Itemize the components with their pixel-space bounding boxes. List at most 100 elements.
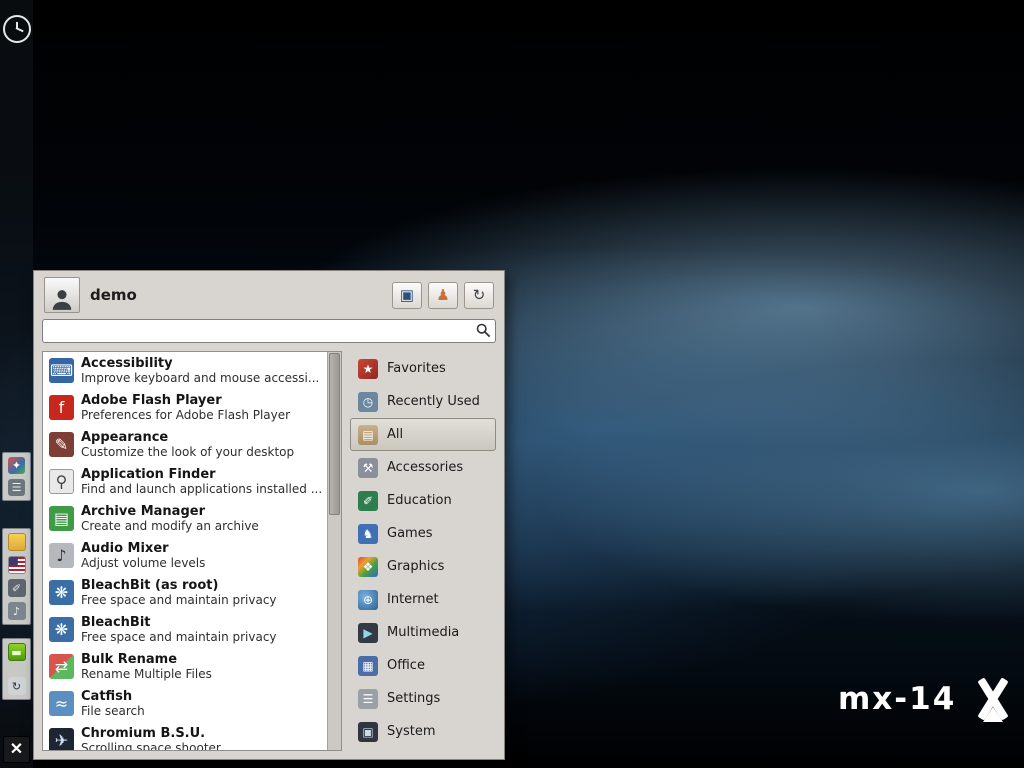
category-internet[interactable]: ⊕Internet [350,583,496,616]
app-description: Find and launch applications installed .… [81,482,322,496]
person-silhouette-icon [49,286,75,312]
category-all[interactable]: ▤ All [350,418,496,451]
reload-icon[interactable]: ↻ [8,677,26,695]
application-finder-icon: ⚲ [49,469,74,494]
category-label: Settings [387,691,440,706]
app-description: Free space and maintain privacy [81,630,277,644]
left-panel: ✦☰ ✐♪ ▬↻ ✕ [0,0,33,768]
category-system[interactable]: ▣ System [350,715,496,748]
category-label: Multimedia [387,625,459,640]
app-description: File search [81,704,145,718]
keyboard-layout-us-flag-icon[interactable] [8,556,26,574]
category-office[interactable]: ▦Office [350,649,496,682]
flash-player-icon: f [49,395,74,420]
app-item-application-finder[interactable]: ⚲ Application FinderFind and launch appli… [43,463,327,500]
app-item-appearance[interactable]: ✎AppearanceCustomize the look of your de… [43,426,327,463]
header-buttons: ▣♟ ↻ [392,282,494,309]
app-description: Preferences for Adobe Flash Player [81,408,290,422]
category-label: System [387,724,435,739]
logout-icon: ↻ [473,286,486,304]
app-item-adobe-flash-player[interactable]: f Adobe Flash PlayerPreferences for Adobe… [43,389,327,426]
graphics-icon: ❖ [358,557,378,577]
catfish-icon: ≈ [49,691,74,716]
settings-icon: ☰ [358,689,378,709]
category-recently-used[interactable]: ◷Recently Used [350,385,496,418]
app-item-audio-mixer[interactable]: ♪Audio MixerAdjust volume levels [43,537,327,574]
education-icon: ✐ [358,491,378,511]
scrollbar-thumb[interactable] [329,353,340,515]
category-label: All [387,427,403,442]
app-description: Rename Multiple Files [81,667,212,681]
app-item-bleachbit[interactable]: ❋ BleachBitFree space and maintain privac… [43,611,327,648]
category-label: Internet [387,592,439,607]
desktop-preferences-icon[interactable]: ✦ [8,457,25,474]
audio-mixer-icon: ♪ [49,543,74,568]
app-item-chromium-b-s-u[interactable]: ✈ Chromium B.S.U.Scrolling space shooter [43,722,327,750]
category-games[interactable]: ♞Games [350,517,496,550]
app-title: Catfish [81,689,145,705]
category-settings[interactable]: ☰ Settings [350,682,496,715]
app-description: Customize the look of your desktop [81,445,294,459]
logout-button[interactable]: ↻ [464,282,494,309]
settings-manager-button[interactable]: ▣ [392,282,422,309]
app-item-archive-manager[interactable]: ▤ Archive ManagerCreate and modify an arc… [43,500,327,537]
application-list: ⌨AccessibilityImprove keyboard and mouse… [43,352,327,750]
mx-brand-text: mx-14 [838,681,956,717]
chromium-bsu-icon: ✈ [49,728,74,750]
whisker-menu-button[interactable]: ✕ [3,736,30,763]
app-title: BleachBit [81,615,277,631]
category-multimedia[interactable]: ▶ Multimedia [350,616,496,649]
favorites-icon: ★ [358,359,378,379]
username: demo [90,286,382,304]
mx-logo-x-icon [970,678,1016,720]
category-label: Education [387,493,452,508]
bulk-rename-icon: ⇄ [49,654,74,679]
app-description: Scrolling space shooter [81,741,221,750]
app-title: Adobe Flash Player [81,393,290,409]
volume-icon[interactable]: ♪ [8,602,26,620]
archive-manager-icon: ▤ [49,506,74,531]
whisker-menu: demo ▣♟↻ ⌨AccessibilityImprove keyboard … [33,270,505,760]
app-item-bulk-rename[interactable]: ⇄ Bulk RenameRename Multiple Files [43,648,327,685]
category-accessories[interactable]: ⚒ Accessories [350,451,496,484]
accessories-icon: ⚒ [358,458,378,478]
category-favorites[interactable]: ★ Favorites [350,352,496,385]
category-education[interactable]: ✐ Education [350,484,496,517]
accessibility-icon: ⌨ [49,358,74,383]
mixer-sliders-icon[interactable]: ☰ [8,479,25,496]
app-list-scrollbar[interactable] [327,352,341,750]
app-item-catfish[interactable]: ≈ CatfishFile search [43,685,327,722]
app-title: Application Finder [81,467,322,483]
app-title: Bulk Rename [81,652,212,668]
whisker-menu-content: ⌨AccessibilityImprove keyboard and mouse… [34,351,504,759]
category-label: Accessories [387,460,463,475]
app-item-accessibility[interactable]: ⌨AccessibilityImprove keyboard and mouse… [43,352,327,389]
appearance-icon: ✎ [49,432,74,457]
system-icon: ▣ [358,722,378,742]
clock-icon [3,15,31,43]
category-label: Graphics [387,559,444,574]
bleachbit-icon: ❋ [49,617,74,642]
all-applications-icon: ▤ [358,425,378,445]
category-label: Games [387,526,432,541]
tools-icon[interactable]: ✐ [8,579,26,597]
app-title: Archive Manager [81,504,259,520]
system-tray: ✐♪ [2,528,31,625]
search-input[interactable] [42,319,496,343]
user-settings-button[interactable]: ♟ [428,282,458,309]
notes-icon[interactable] [8,533,26,551]
category-label: Favorites [387,361,446,376]
app-description: Free space and maintain privacy [81,593,277,607]
category-label: Recently Used [387,394,480,409]
multimedia-icon: ▶ [358,623,378,643]
battery-icon[interactable]: ▬ [8,643,26,661]
category-label: Office [387,658,425,673]
category-graphics[interactable]: ❖ Graphics [350,550,496,583]
mx-menu-icon: ✕ [10,742,23,758]
app-title: Chromium B.S.U. [81,726,221,742]
application-list-panel: ⌨AccessibilityImprove keyboard and mouse… [42,351,342,751]
search-box [42,319,496,343]
app-item-bleachbit-as-root[interactable]: ❋BleachBit (as root)Free space and maint… [43,574,327,611]
search-icon [476,323,491,338]
app-description: Create and modify an archive [81,519,259,533]
